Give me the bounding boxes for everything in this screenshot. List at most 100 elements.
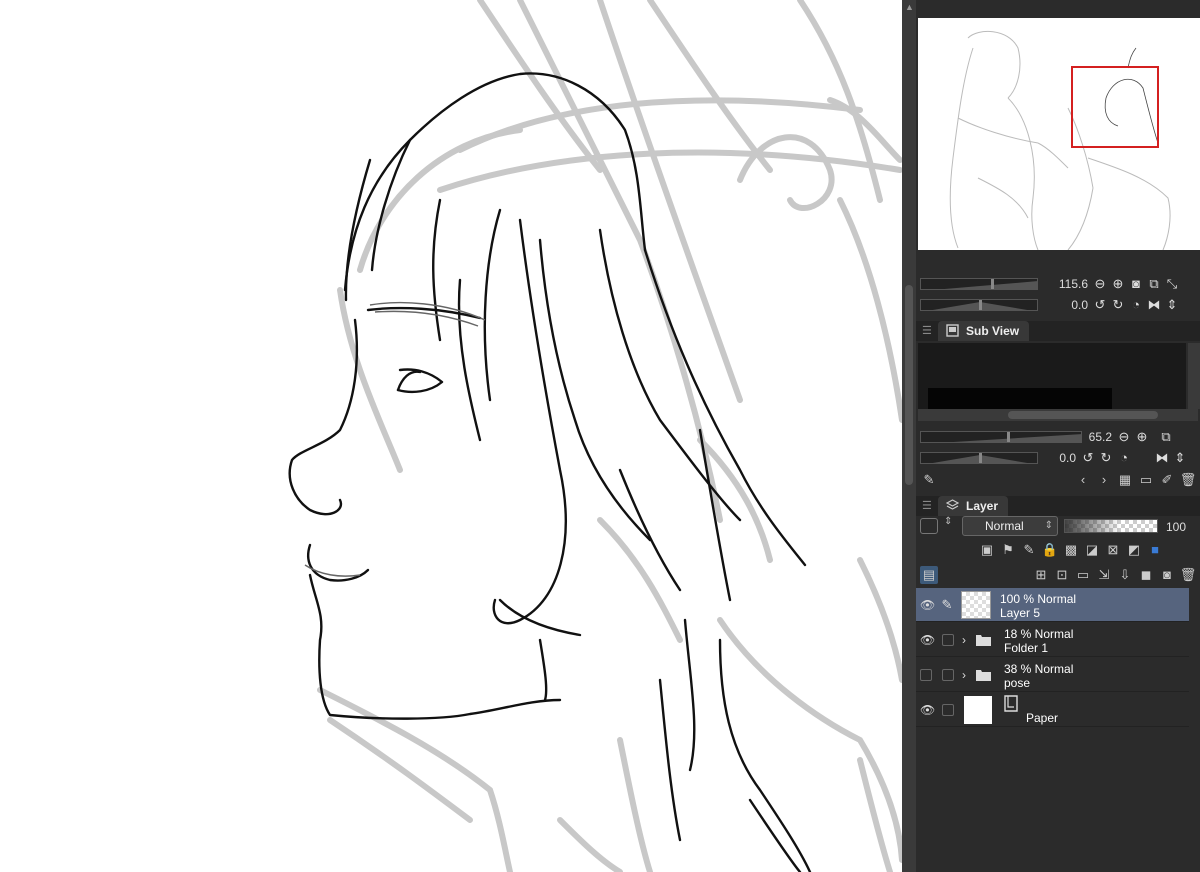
- new-raster-layer-icon[interactable]: ⊞: [1032, 566, 1050, 584]
- subview-zoom-in-icon[interactable]: ⊕: [1134, 429, 1150, 445]
- subview-horizontal-scrollbar[interactable]: [918, 409, 1198, 421]
- ruler-icon[interactable]: ⊠: [1104, 541, 1122, 559]
- clip-layer-icon[interactable]: ▣: [978, 541, 996, 559]
- new-folder-icon[interactable]: ▭: [1074, 566, 1092, 584]
- flip-vertical-icon[interactable]: ⇕: [1164, 297, 1180, 313]
- eye-icon[interactable]: 👁: [920, 703, 935, 717]
- chevron-right-icon[interactable]: ›: [962, 668, 966, 682]
- layer-lock-checkbox[interactable]: [942, 669, 954, 681]
- scroll-up-arrow-icon[interactable]: ▲: [905, 2, 914, 12]
- visibility-checkbox[interactable]: [920, 669, 932, 681]
- delete-image-icon[interactable]: 🗑: [1179, 471, 1197, 489]
- subview-zoom-value: 65.2: [1088, 430, 1112, 444]
- eyedropper-icon[interactable]: ✎: [920, 471, 938, 489]
- new-vector-layer-icon[interactable]: ⊡: [1053, 566, 1071, 584]
- layer-lock-checkbox[interactable]: [942, 634, 954, 646]
- subview-rotate-right-icon[interactable]: ↻: [1098, 450, 1114, 466]
- subview-vertical-scrollbar[interactable]: [1188, 343, 1200, 409]
- folder-icon: [976, 635, 991, 646]
- merge-down-icon[interactable]: ⇩: [1116, 566, 1134, 584]
- layer-color-toggle[interactable]: [920, 518, 938, 534]
- eye-icon[interactable]: 👁: [920, 598, 935, 612]
- subview-flip-icon[interactable]: ⧓: [1154, 450, 1170, 466]
- subview-flip-vertical-icon[interactable]: ⇕: [1172, 450, 1188, 466]
- fit-navigator-icon[interactable]: ⤡: [1164, 276, 1180, 292]
- rotate-right-icon[interactable]: ↻: [1110, 297, 1126, 313]
- subview-reset-rotation-icon[interactable]: ◔: [1116, 450, 1132, 466]
- navigator-rotate-value: 0.0: [1071, 298, 1088, 312]
- layer-row-pose[interactable]: › 38 % Normal pose: [916, 658, 1189, 692]
- layer-opacity-slider[interactable]: [1064, 519, 1158, 533]
- navigator-preview[interactable]: [918, 18, 1200, 250]
- subview-tab-header: ☰ Sub View: [916, 321, 1200, 341]
- navigator-zoom-slider[interactable]: [920, 278, 1038, 290]
- subview-zoom-slider[interactable]: [920, 431, 1082, 443]
- layer-mode: 18 % Normal: [1004, 627, 1074, 641]
- lock-transparency-icon[interactable]: ▩: [1062, 541, 1080, 559]
- layer-color-swatch-icon[interactable]: ■: [1146, 541, 1164, 559]
- subview-canvas[interactable]: [918, 343, 1186, 409]
- subview-zoom-out-icon[interactable]: ⊖: [1116, 429, 1132, 445]
- paper-icon: [1004, 695, 1018, 712]
- subview-toolbar: ✎ ‹ › ▦ ▭ ✐ 🗑: [920, 470, 1200, 490]
- layer-list-scrollbar[interactable]: [1189, 588, 1200, 872]
- layer-thumbnail: [964, 696, 992, 724]
- eye-icon[interactable]: 👁: [920, 633, 935, 647]
- layer-property-toolbar: ▣ ⚑ ✎ 🔒 ▩ ◪ ⊠ ◩ ■: [978, 540, 1167, 560]
- layer-name: pose: [1004, 676, 1031, 690]
- import-image-icon[interactable]: ▭: [1137, 471, 1155, 489]
- subview-title: Sub View: [966, 324, 1020, 338]
- tab-layer[interactable]: Layer: [938, 496, 1009, 516]
- draft-layer-icon[interactable]: ✎: [1020, 541, 1038, 559]
- edit-image-icon[interactable]: ✐: [1158, 471, 1176, 489]
- zoom-out-icon[interactable]: ⊖: [1092, 276, 1108, 292]
- layer-tab-header: ☰ Layer: [916, 496, 1200, 516]
- layer-lock-checkbox[interactable]: [942, 704, 954, 716]
- panel-menu-icon[interactable]: ☰: [922, 324, 932, 337]
- blend-mode-select[interactable]: Normal ⇕: [962, 516, 1058, 536]
- mask-layer-icon[interactable]: ◼: [1137, 566, 1155, 584]
- subview-fit-icon[interactable]: ⧉: [1158, 429, 1174, 445]
- navigator-zoom-row: 115.6 ⊖ ⊕ ◙ ⧉ ⤡: [920, 276, 1182, 292]
- subview-rotate-slider[interactable]: [920, 452, 1038, 464]
- grid-view-icon[interactable]: ▦: [1116, 471, 1134, 489]
- chevron-right-icon[interactable]: ›: [962, 633, 966, 647]
- layer-row-layer-5[interactable]: 👁 ✎ 100 % Normal Layer 5: [916, 588, 1189, 622]
- select-arrows-icon: ⇕: [1044, 520, 1053, 531]
- scrollbar-thumb[interactable]: [905, 285, 913, 485]
- fit-to-window-icon[interactable]: ⧉: [1146, 276, 1162, 292]
- actual-size-icon[interactable]: ◙: [1128, 276, 1144, 292]
- transfer-down-icon[interactable]: ⇲: [1095, 566, 1113, 584]
- subview-rotate-value: 0.0: [1059, 451, 1076, 465]
- layer-color-icon[interactable]: ◩: [1125, 541, 1143, 559]
- lock-layer-icon[interactable]: 🔒: [1041, 541, 1059, 559]
- reference-layer-icon[interactable]: ⚑: [999, 541, 1017, 559]
- next-image-icon[interactable]: ›: [1095, 471, 1113, 489]
- layer-thumbnail: [961, 591, 991, 619]
- tab-subview[interactable]: Sub View: [938, 321, 1030, 341]
- apply-mask-icon[interactable]: ◙: [1158, 566, 1176, 584]
- subview-zoom-row: 65.2 ⊖ ⊕ ⧉: [920, 429, 1176, 445]
- flip-horizontal-icon[interactable]: ⧓: [1146, 297, 1162, 313]
- blend-mode-value: Normal: [985, 519, 1024, 533]
- layer-action-toolbar: ▤ ⊞ ⊡ ▭ ⇲ ⇩ ◼ ◙ 🗑: [920, 565, 1200, 585]
- layer-panel-menu-icon[interactable]: ☰: [922, 499, 932, 512]
- subview-rotate-left-icon[interactable]: ↺: [1080, 450, 1096, 466]
- drawing-canvas[interactable]: [0, 0, 902, 872]
- zoom-in-icon[interactable]: ⊕: [1110, 276, 1126, 292]
- canvas-vertical-scrollbar[interactable]: ▲: [902, 0, 916, 872]
- trash-icon[interactable]: 🗑: [1179, 566, 1197, 584]
- mask-enable-icon[interactable]: ◪: [1083, 541, 1101, 559]
- layer-property-panel-icon[interactable]: ▤: [920, 566, 938, 584]
- navigator-view-frame[interactable]: [1071, 66, 1159, 148]
- layer-color-arrows-icon[interactable]: ⇕: [944, 516, 952, 527]
- navigator-rotate-slider[interactable]: [920, 299, 1038, 311]
- rotate-left-icon[interactable]: ↺: [1092, 297, 1108, 313]
- reset-rotation-icon[interactable]: ◔: [1128, 297, 1144, 313]
- right-panel: 115.6 ⊖ ⊕ ◙ ⧉ ⤡ 0.0 ↺ ↻ ◔ ⧓ ⇕ ☰ Sub View: [916, 0, 1200, 872]
- layer-row-folder-1[interactable]: 👁 › 18 % Normal Folder 1: [916, 623, 1189, 657]
- subview-rotate-row: 0.0 ↺ ↻ ◔ ⧓ ⇕: [920, 450, 1190, 466]
- layer-row-paper[interactable]: 👁 Paper: [916, 693, 1189, 727]
- previous-image-icon[interactable]: ‹: [1074, 471, 1092, 489]
- subview-image: [928, 388, 1112, 409]
